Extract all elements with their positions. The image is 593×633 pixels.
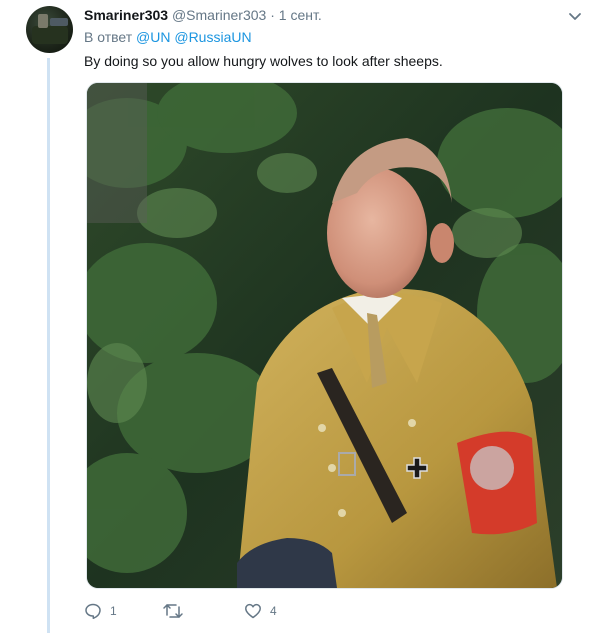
tweet-header: Smariner303 @Smariner303 · 1 сент.	[84, 6, 553, 26]
mention-link-russiaun[interactable]: @RussiaUN	[174, 29, 251, 45]
separator: ·	[270, 7, 275, 23]
reply-to-line: В ответ @UN @RussiaUN	[84, 28, 252, 46]
like-icon	[245, 603, 261, 619]
reply-button[interactable]: 1	[84, 600, 117, 622]
reply-count: 1	[110, 604, 117, 618]
more-options-chevron-icon[interactable]	[567, 10, 583, 22]
thread-line	[47, 58, 50, 633]
tweet-date[interactable]: 1 сент.	[279, 7, 322, 23]
tweet-media-photo[interactable]	[86, 82, 563, 589]
user-handle[interactable]: @Smariner303	[172, 7, 266, 23]
mention-link-un[interactable]: @UN	[136, 29, 170, 45]
retweet-button[interactable]	[162, 600, 192, 622]
reply-prefix: В ответ	[84, 29, 133, 45]
like-button[interactable]: 4	[244, 600, 277, 622]
avatar[interactable]	[26, 6, 73, 53]
display-name[interactable]: Smariner303	[84, 7, 168, 23]
retweet-icon	[163, 604, 183, 618]
reply-icon	[85, 603, 101, 620]
like-count: 4	[270, 604, 277, 618]
tweet-text: By doing so you allow hungry wolves to l…	[84, 53, 443, 69]
tweet-actions: 1 4	[84, 600, 384, 622]
photo-content	[87, 83, 562, 588]
